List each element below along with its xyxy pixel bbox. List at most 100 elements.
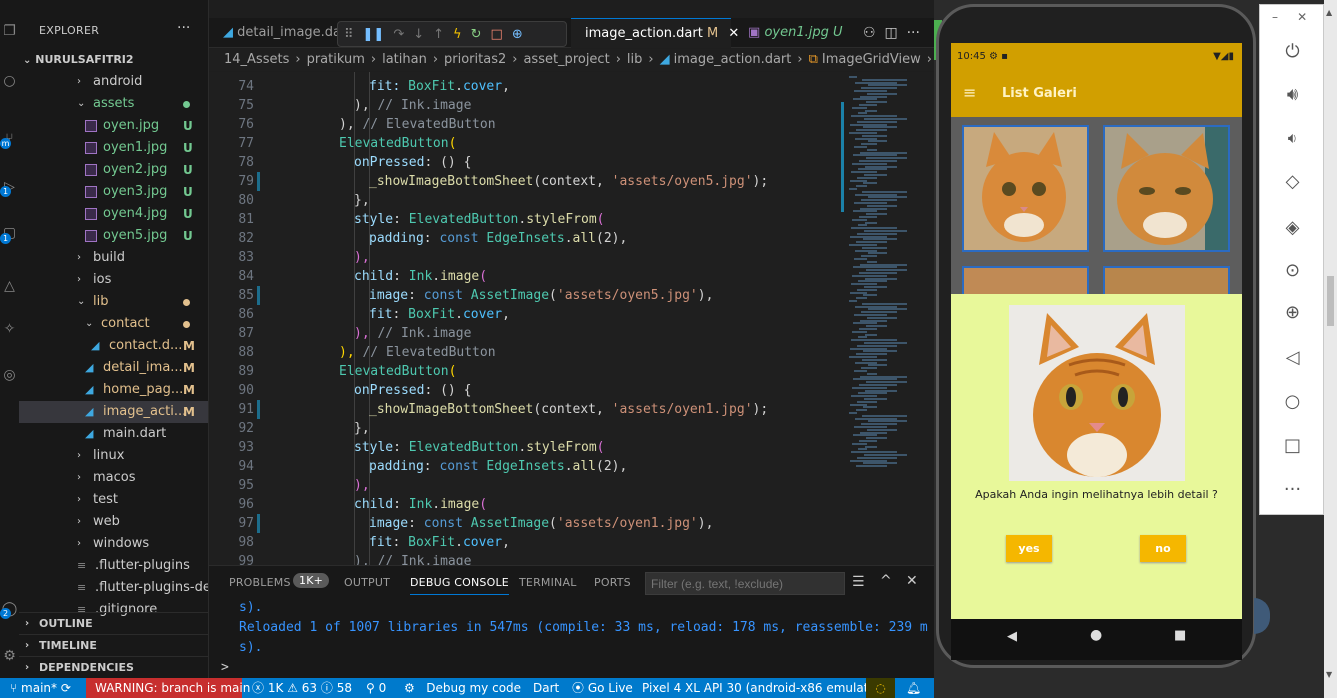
panel-tab-terminal[interactable]: TERMINAL <box>519 576 577 589</box>
breadcrumb-item[interactable]: 14_Assets <box>224 52 289 67</box>
breadcrumb-item[interactable]: ImageGridView <box>822 52 921 67</box>
breadcrumb-item[interactable]: latihan <box>382 52 427 67</box>
tree-item[interactable]: oyen.jpg U <box>19 115 208 137</box>
notifications-icon[interactable]: 🔔︎ <box>906 678 921 698</box>
home-icon[interactable]: ○ <box>1260 391 1325 412</box>
more-icon[interactable]: ··· <box>1260 479 1325 500</box>
inspect-icon[interactable]: ⊕ <box>512 27 523 42</box>
grid-image[interactable] <box>962 266 1089 296</box>
volume-down-icon[interactable]: 🔉︎ <box>1260 129 1325 147</box>
power-icon[interactable]: ⏻ <box>1260 41 1325 62</box>
files-icon[interactable]: ❐ <box>0 20 19 42</box>
grid-image[interactable] <box>962 125 1089 252</box>
hot-reload-icon[interactable]: ϟ <box>453 27 462 42</box>
tree-item[interactable]: ≡ .flutter-plugins-de... <box>19 577 208 599</box>
warning-branch[interactable]: WARNING: branch is main <box>86 678 250 698</box>
problems-summary[interactable]: ⓧ 1K ⚠ 63 ⓘ 58 <box>252 678 352 698</box>
maximize-panel-icon[interactable]: ^ <box>880 573 892 589</box>
tree-item[interactable]: › ios <box>19 269 208 291</box>
more-actions-icon[interactable]: ··· <box>907 25 920 41</box>
tree-item[interactable]: ⌄ lib <box>19 291 208 313</box>
console-filter-input[interactable] <box>645 572 845 595</box>
tab-image-action[interactable]: image_action.dart M ✕ <box>571 18 739 48</box>
testing-icon[interactable]: △ <box>0 275 19 297</box>
overview-icon[interactable]: □ <box>1260 435 1325 456</box>
drag-handle-icon[interactable]: ⠿ <box>344 27 354 42</box>
tree-item[interactable]: › macos <box>19 467 208 489</box>
tree-item[interactable]: › test <box>19 489 208 511</box>
language-mode[interactable]: Dart <box>533 678 559 698</box>
tree-item[interactable]: ⌄ assets <box>19 93 208 115</box>
breadcrumb-item[interactable]: image_action.dart <box>674 52 792 67</box>
search-icon[interactable]: ○ <box>0 70 19 92</box>
minimize-icon[interactable]: – ✕ <box>1260 10 1325 24</box>
rotate-left-icon[interactable]: ◇ <box>1260 171 1325 192</box>
tree-item[interactable]: ◢ home_pag... M <box>19 379 208 401</box>
tree-item[interactable]: ≡ .flutter-plugins <box>19 555 208 577</box>
tree-item[interactable]: › build <box>19 247 208 269</box>
home-nav-icon[interactable]: ● <box>1090 627 1102 643</box>
camera-icon[interactable]: ⊙ <box>1260 260 1325 281</box>
workspace-root[interactable]: ⌄ NURULSAFITRI2 <box>19 50 209 70</box>
scroll-thumb[interactable] <box>1327 276 1334 326</box>
right-scrollbar[interactable]: ▲ ▼ <box>1324 0 1337 698</box>
explorer-more-button[interactable]: ··· <box>177 20 190 36</box>
stop-icon[interactable]: □ <box>491 27 503 42</box>
flutter-icon[interactable]: ✧ <box>0 318 19 340</box>
section-timeline[interactable]: › TIMELINE <box>19 634 208 656</box>
pause-icon[interactable]: ❚❚ <box>363 27 385 42</box>
back-nav-icon[interactable]: ◀ <box>1007 629 1017 644</box>
ports-indicator[interactable]: ⚲ 0 <box>366 678 386 698</box>
tree-item[interactable]: oyen2.jpg U <box>19 159 208 181</box>
editor-scrollbar[interactable] <box>841 102 844 212</box>
restart-icon[interactable]: ↻ <box>471 27 482 42</box>
section-dependencies[interactable]: › DEPENDENCIES <box>19 656 208 678</box>
minimap[interactable] <box>845 72 934 565</box>
no-button[interactable]: no <box>1140 535 1186 562</box>
breadcrumb-item[interactable]: pratikum <box>307 52 365 67</box>
panel-tab-output[interactable]: OUTPUT <box>344 576 390 589</box>
breadcrumb-item[interactable]: asset_project <box>523 52 609 67</box>
volume-up-icon[interactable]: 🔊︎ <box>1260 84 1325 105</box>
tree-item[interactable]: oyen1.jpg U <box>19 137 208 159</box>
rotate-right-icon[interactable]: ◈ <box>1260 217 1325 238</box>
tree-item[interactable]: › android <box>19 71 208 93</box>
section-outline[interactable]: › OUTLINE <box>19 612 208 634</box>
scroll-up-icon[interactable]: ▲ <box>1326 8 1332 17</box>
clear-console-icon[interactable]: ☰ <box>852 574 865 590</box>
panel-tab-problems[interactable]: PROBLEMS <box>229 576 291 589</box>
tree-item[interactable]: ◢ main.dart <box>19 423 208 445</box>
device-selector[interactable]: Pixel 4 XL API 30 (android-x86 emulator) <box>642 678 885 698</box>
tab-detail-image[interactable]: ◢ detail_image.dart <box>209 18 351 48</box>
step-out-icon[interactable]: ↑ <box>433 27 444 42</box>
tree-item[interactable]: ◢ image_acti... M <box>19 401 208 423</box>
grid-image[interactable] <box>1103 266 1230 296</box>
menu-icon[interactable]: ≡ <box>963 83 976 102</box>
tree-item[interactable]: › web <box>19 511 208 533</box>
step-into-icon[interactable]: ↓ <box>413 27 424 42</box>
zoom-icon[interactable]: ⊕ <box>1260 302 1325 323</box>
compare-icon[interactable]: ⚇ <box>863 25 876 41</box>
yes-button[interactable]: yes <box>1006 535 1052 562</box>
tree-item[interactable]: ◢ detail_ima... M <box>19 357 208 379</box>
tree-item[interactable]: oyen3.jpg U <box>19 181 208 203</box>
tree-item[interactable]: oyen4.jpg U <box>19 203 208 225</box>
tree-item[interactable]: › windows <box>19 533 208 555</box>
breadcrumb-item[interactable]: lib <box>627 52 642 67</box>
tree-item[interactable]: ◢ contact.d... M <box>19 335 208 357</box>
step-over-icon[interactable]: ↷ <box>393 27 404 42</box>
branch-indicator[interactable]: ⑂ main* ⟳ <box>10 678 71 698</box>
remote-icon[interactable]: ◎ <box>0 364 19 386</box>
scroll-down-icon[interactable]: ▼ <box>1326 670 1332 679</box>
grid-image[interactable] <box>1103 125 1230 252</box>
panel-tab-ports[interactable]: PORTS <box>594 576 631 589</box>
breadcrumb-item[interactable]: prioritas2 <box>444 52 506 67</box>
tree-item[interactable]: oyen5.jpg U <box>19 225 208 247</box>
go-live-button[interactable]: ⦿ Go Live <box>572 678 633 698</box>
tab-oyen1[interactable]: ▣ oyen1.jpg U <box>734 18 844 48</box>
panel-tab-debug-console[interactable]: DEBUG CONSOLE <box>410 576 509 595</box>
code-editor[interactable]: 74 fit: BoxFit.cover, 75), // Ink.image 76)… <box>209 72 934 565</box>
tree-item[interactable]: › linux <box>19 445 208 467</box>
debug-my-code[interactable]: ⚙ Debug my code <box>404 678 521 698</box>
back-icon[interactable]: ◁ <box>1260 347 1325 368</box>
